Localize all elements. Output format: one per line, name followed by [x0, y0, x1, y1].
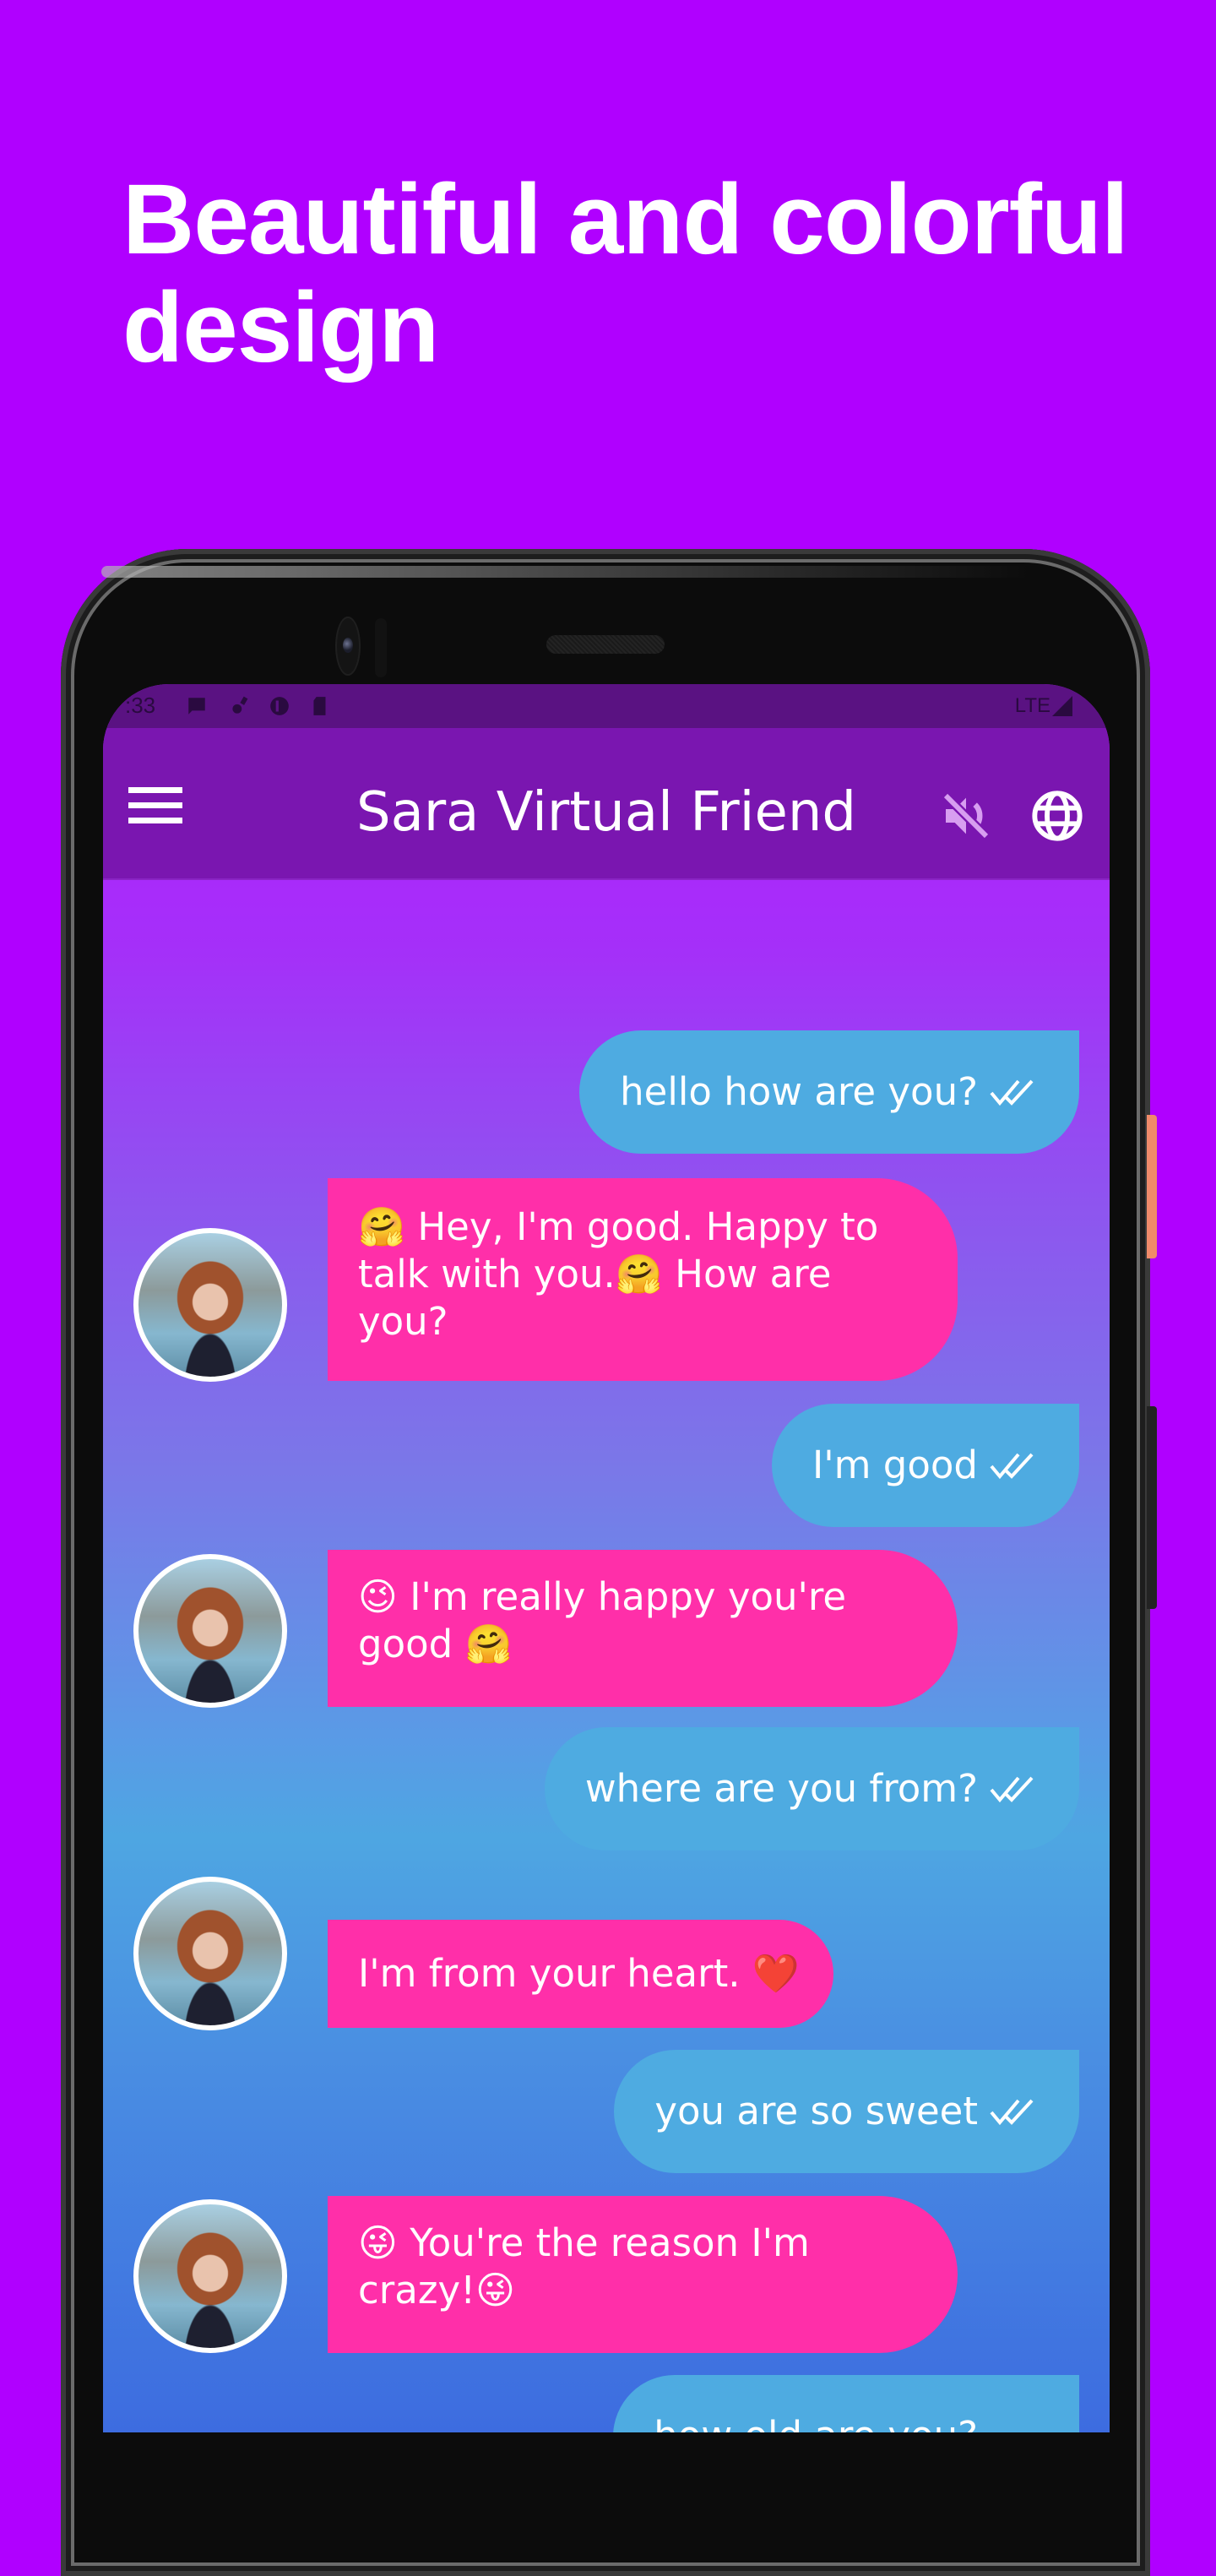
globe-icon[interactable]	[1030, 789, 1084, 843]
promo-headline: Beautiful and colorful design	[122, 166, 1178, 382]
power-button	[1147, 1115, 1157, 1258]
sd-card-icon	[313, 697, 326, 715]
user-message[interactable]: you are so sweet	[614, 2050, 1079, 2173]
user-message[interactable]: how old are you?	[613, 2375, 1079, 2432]
signal-icon	[1052, 696, 1072, 716]
message-text: how old are you?	[654, 2412, 978, 2432]
user-message[interactable]: where are you from?	[544, 1727, 1079, 1850]
headline-line-1: Beautiful and colorful	[122, 164, 1129, 275]
earpiece-speaker	[546, 635, 665, 654]
bot-message[interactable]: 😜 You're the reason I'm crazy!😜	[328, 2196, 958, 2353]
avatar	[133, 2199, 287, 2353]
avatar	[133, 1228, 287, 1382]
headline-line-2: design	[122, 272, 439, 383]
bot-message[interactable]: 🤗 Hey, I'm good. Happy to talk with you.…	[328, 1178, 958, 1381]
message-text: hello how are you?	[620, 1069, 978, 1114]
phone-screen: :33 LTE Sara Virtual Friend hello how ar…	[103, 684, 1110, 2432]
status-time: :33	[125, 693, 156, 718]
chat-list[interactable]: hello how are you? 🤗 Hey, I'm good. Happ…	[103, 878, 1110, 2432]
volume-button	[1147, 1406, 1157, 1609]
user-message[interactable]: hello how are you?	[579, 1030, 1079, 1154]
sync-icon	[270, 697, 289, 715]
message-text: you are so sweet	[654, 2089, 978, 2133]
message-icon	[188, 698, 205, 715]
network-type: LTE	[1014, 694, 1050, 717]
message-text: I'm from your heart. ❤️	[358, 1951, 800, 1996]
message-text: 🤗 Hey, I'm good. Happy to talk with you.…	[358, 1204, 879, 1344]
settings-icon	[232, 696, 248, 714]
message-text: I'm good	[812, 1443, 978, 1487]
bot-message[interactable]: I'm from your heart. ❤️	[328, 1920, 833, 2028]
user-message[interactable]: I'm good	[772, 1404, 1079, 1527]
message-text: 😉 I'm really happy you're good 🤗	[358, 1574, 847, 1666]
volume-off-icon[interactable]	[939, 789, 993, 843]
front-camera-icon	[335, 617, 361, 676]
status-bar: :33 LTE	[103, 684, 1110, 728]
proximity-sensor	[375, 618, 387, 677]
message-text: 😜 You're the reason I'm crazy!😜	[358, 2220, 810, 2312]
app-bar: Sara Virtual Friend	[103, 728, 1110, 880]
double-check-icon	[990, 1079, 1034, 1106]
double-check-icon	[990, 1453, 1034, 1480]
bot-message[interactable]: 😉 I'm really happy you're good 🤗	[328, 1550, 958, 1707]
avatar	[133, 1554, 287, 1708]
avatar	[133, 1877, 287, 2030]
double-check-icon	[990, 2099, 1034, 2126]
phone-bezel-highlight	[101, 566, 1030, 578]
double-check-icon	[990, 1776, 1034, 1803]
message-text: where are you from?	[584, 1766, 978, 1811]
